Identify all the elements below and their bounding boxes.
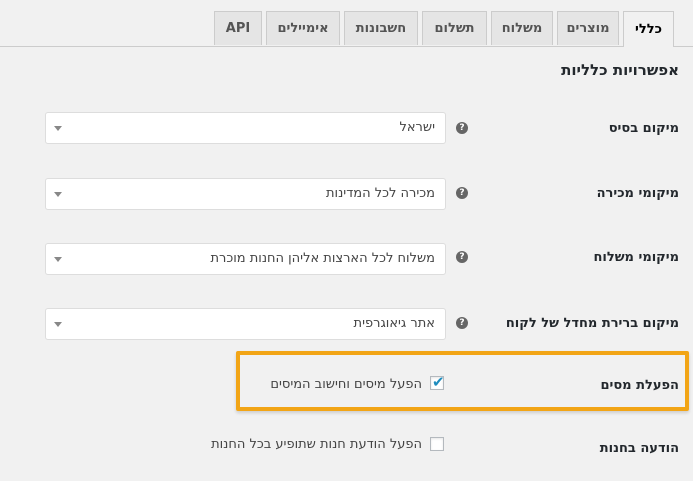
tab-accounts[interactable]: חשבונות (344, 11, 418, 45)
enable-taxes-checkbox-label[interactable]: הפעל מיסים וחישוב המיסים (270, 377, 422, 392)
chevron-down-icon (54, 322, 62, 327)
tab-api[interactable]: API (214, 11, 262, 45)
settings-tabs: כללי מוצרים משלוח תשלום חשבונות אימיילים… (0, 0, 693, 47)
help-icon[interactable]: ? (456, 187, 468, 199)
customer-default-location-label: מיקום ברירת מחדל של לקוח (505, 316, 679, 331)
enable-taxes-checkbox[interactable]: ✔ (430, 373, 445, 391)
store-notice-label: הודעה בחנות (599, 441, 679, 456)
tab-emails[interactable]: אימיילים (266, 11, 340, 45)
tab-products[interactable]: מוצרים (557, 11, 619, 45)
selling-locations-value: מכירה לכל המדינות (326, 186, 435, 201)
shipping-locations-select[interactable]: משלוח לכל הארצות אליהן החנות מוכרת (45, 243, 446, 275)
customer-default-location-value: אתר גיאוגרפית (353, 316, 435, 331)
tab-shipping[interactable]: משלוח (491, 11, 553, 45)
shipping-locations-label: מיקומי משלוח (593, 250, 679, 265)
tab-payment[interactable]: תשלום (422, 11, 487, 45)
selling-locations-label: מיקומי מכירה (596, 186, 679, 201)
help-icon[interactable]: ? (456, 251, 468, 263)
checkmark-icon: ✔ (432, 373, 445, 391)
selling-locations-select[interactable]: מכירה לכל המדינות (45, 178, 446, 210)
help-icon[interactable]: ? (456, 317, 468, 329)
base-location-select[interactable]: ישראל (45, 112, 446, 144)
base-location-value: ישראל (399, 120, 435, 135)
shipping-locations-value: משלוח לכל הארצות אליהן החנות מוכרת (210, 251, 435, 266)
store-notice-checkbox-label[interactable]: הפעל הודעת חנות שתופיע בכל החנות (211, 437, 422, 452)
base-location-label: מיקום בסיס (608, 121, 679, 136)
section-title: אפשרויות כלליות (561, 61, 679, 79)
chevron-down-icon (54, 257, 62, 262)
store-notice-checkbox[interactable] (430, 437, 444, 451)
enable-taxes-label: הפעלת מסים (600, 378, 679, 393)
help-icon[interactable]: ? (456, 122, 468, 134)
chevron-down-icon (54, 192, 62, 197)
customer-default-location-select[interactable]: אתר גיאוגרפית (45, 308, 446, 340)
tab-general[interactable]: כללי (623, 11, 674, 47)
chevron-down-icon (54, 126, 62, 131)
